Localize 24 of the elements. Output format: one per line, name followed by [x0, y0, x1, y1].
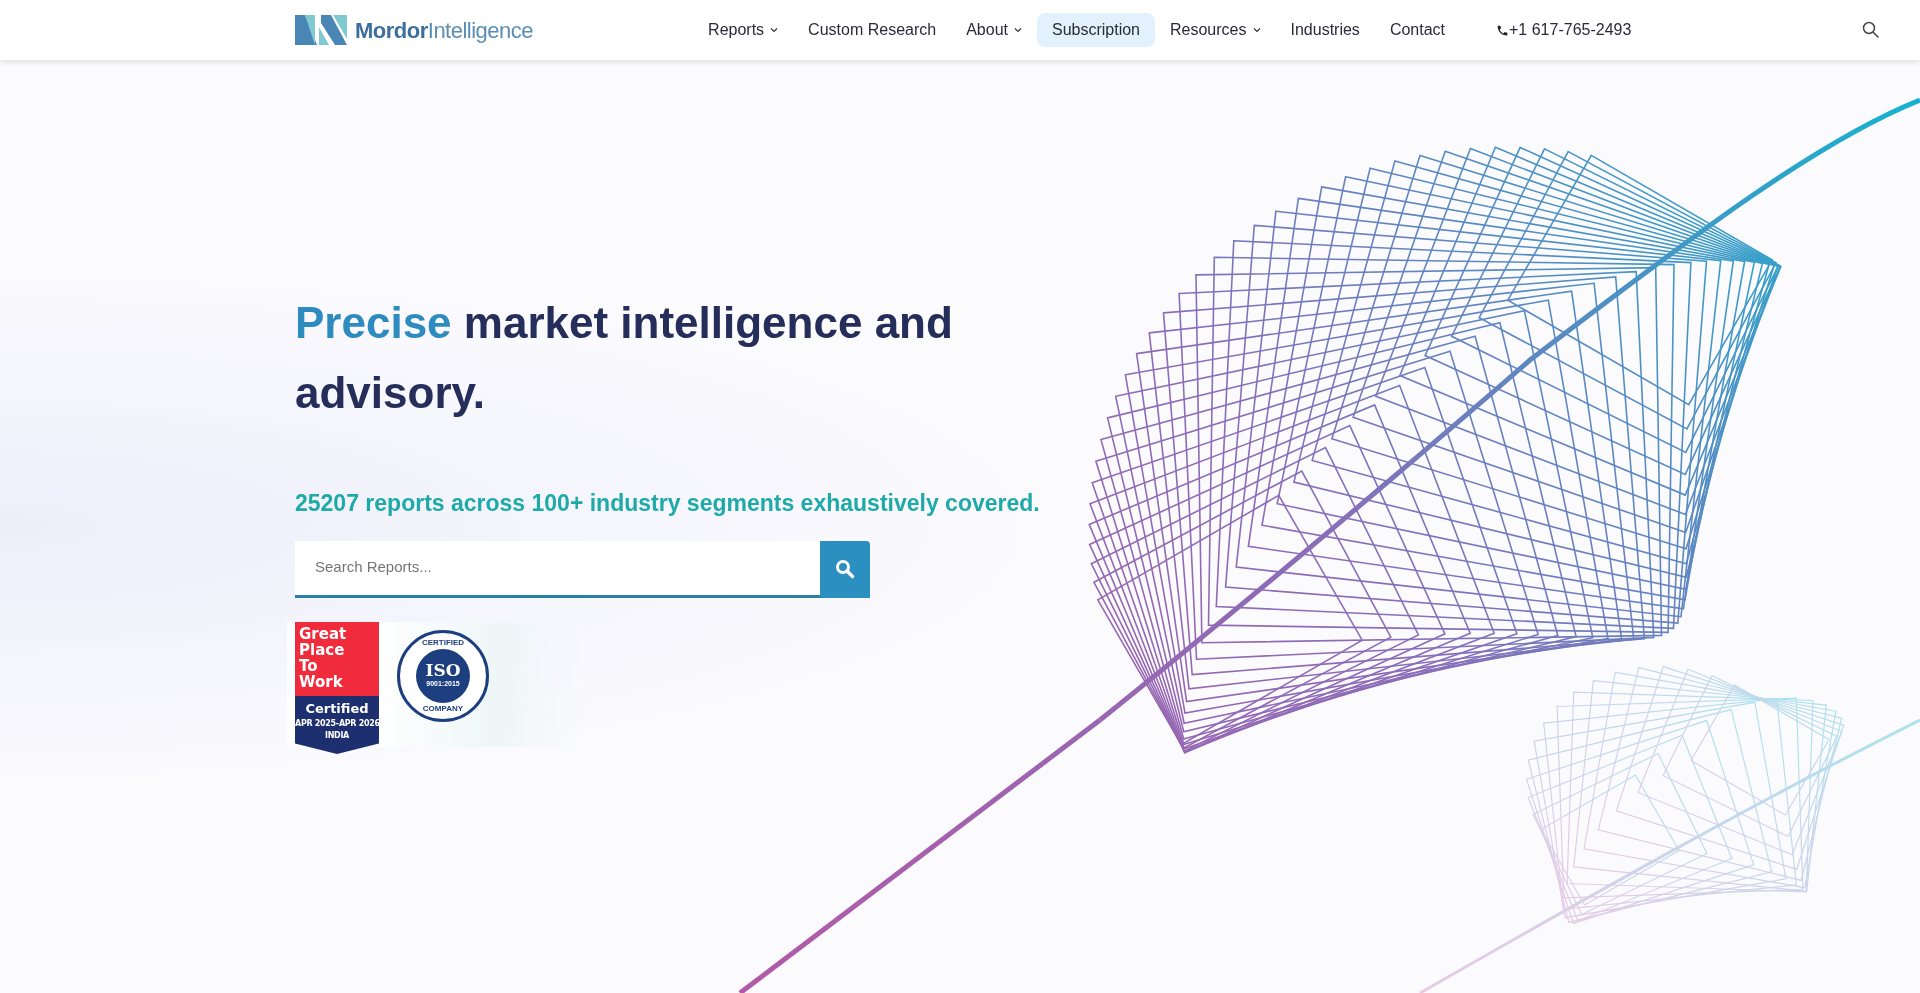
- hero-headline: Precise market intelligence and advisory.: [295, 297, 954, 419]
- logo-text[interactable]: MordorIntelligence: [355, 13, 534, 47]
- nav-link[interactable]: Resources: [1155, 13, 1276, 47]
- badge-country-text: INDIA: [324, 730, 350, 742]
- badge-period-text: APR 2025-APR 2026: [295, 718, 379, 730]
- seal-title: ISO: [425, 661, 461, 680]
- gptw-badge-title: Great Place To Work: [295, 621, 379, 696]
- phone-icon: [1496, 23, 1509, 37]
- badge-certified-text: Certified: [304, 699, 370, 718]
- nav-link[interactable]: Reports: [693, 13, 794, 47]
- phone-number[interactable]: +1 617-765-2493: [1509, 18, 1632, 42]
- nav-link[interactable]: Custom Research: [793, 13, 952, 47]
- nav-link[interactable]: Industries: [1275, 13, 1375, 47]
- seal-top-text: CERTIFIED: [421, 636, 465, 649]
- nav-link[interactable]: Subscription: [1036, 13, 1155, 47]
- nav-link[interactable]: About: [951, 13, 1037, 47]
- search-field[interactable]: Search Reports...: [295, 540, 820, 598]
- search-button[interactable]: [820, 540, 870, 598]
- hero-subline: 25207 reports across 100+ industry segments exhaustively covered.: [295, 489, 1041, 518]
- logo-mark-icon: [295, 15, 347, 45]
- search-icon[interactable]: [1862, 21, 1880, 39]
- seal-bottom-text: COMPANY: [422, 702, 464, 715]
- nav-link[interactable]: Contact: [1374, 13, 1460, 47]
- search-icon: [835, 559, 855, 579]
